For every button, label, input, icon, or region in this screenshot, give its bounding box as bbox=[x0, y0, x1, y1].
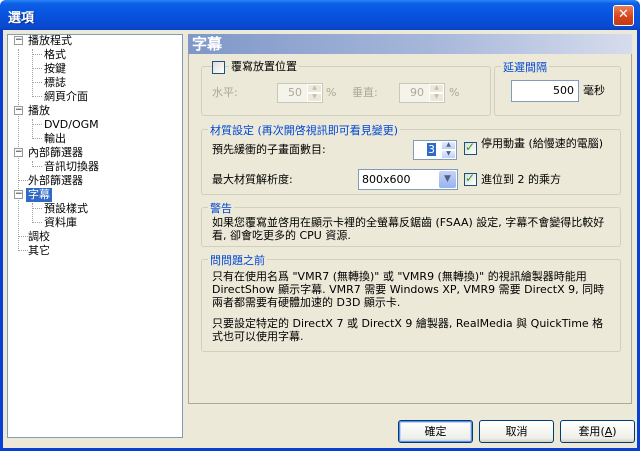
tree-item-external-filters[interactable]: 外部篩選器 bbox=[28, 174, 83, 188]
override-placement-checkbox[interactable] bbox=[212, 61, 225, 74]
warning-label: 警告 bbox=[208, 200, 234, 216]
tree-connector bbox=[32, 222, 42, 223]
tree-item-database[interactable]: 資料庫 bbox=[44, 216, 77, 230]
close-button[interactable]: ✕ bbox=[613, 5, 634, 26]
tree-item-audio-switcher[interactable]: 音訊切換器 bbox=[44, 160, 99, 174]
delay-group-label: 延遲間隔 bbox=[501, 59, 549, 75]
tree-item-player[interactable]: 播放程式 bbox=[28, 34, 72, 48]
tree-connector bbox=[32, 54, 42, 55]
tree-connector bbox=[18, 180, 28, 181]
horizontal-spinner[interactable]: 50 ▲ ▼ bbox=[277, 83, 323, 103]
tree-item-default-style[interactable]: 預設樣式 bbox=[44, 202, 88, 216]
tree-item-dvd-ogm[interactable]: DVD/OGM bbox=[44, 118, 99, 132]
tree-expander-subtitles[interactable]: − bbox=[14, 190, 23, 199]
title-bar[interactable]: 選項 ✕ bbox=[0, 0, 640, 30]
max-resolution-label: 最大材質解析度: bbox=[212, 173, 293, 186]
panel-header: 字幕 bbox=[188, 34, 632, 54]
tree-connector bbox=[32, 82, 42, 83]
directx-info-text: 只要設定特定的 DirectX 7 或 DirectX 9 繪製器, RealM… bbox=[212, 317, 604, 343]
tree-item-subtitles[interactable]: 字幕 bbox=[26, 188, 52, 202]
tree-item-tweaks[interactable]: 調校 bbox=[28, 230, 50, 244]
power-of-two-label: 進位到 2 的乘方 bbox=[481, 173, 561, 186]
vertical-value: 90 bbox=[410, 86, 424, 99]
tree-connector bbox=[32, 124, 42, 125]
buffer-count-label: 預先緩衝的子畫面數目: bbox=[212, 143, 326, 156]
max-resolution-value: 800x600 bbox=[362, 173, 411, 186]
tree-item-keys[interactable]: 按鍵 bbox=[44, 62, 66, 76]
tree-connector bbox=[32, 68, 42, 69]
max-resolution-select[interactable]: 800x600 ▼ bbox=[358, 169, 458, 190]
texture-settings-group: 材質設定 (再次開啓視訊即可看見變更) 預先緩衝的子畫面數目: 3 ▲▼ 停用動… bbox=[201, 122, 621, 195]
spin-down-icon[interactable]: ▼ bbox=[429, 93, 444, 102]
ok-button[interactable]: 確定 bbox=[398, 420, 473, 443]
tree-connector bbox=[32, 96, 42, 97]
tree-expander-internal-filters[interactable]: − bbox=[14, 148, 23, 157]
override-placement-label: 覆寫放置位置 bbox=[229, 60, 299, 74]
spin-up-icon[interactable]: ▲ bbox=[429, 84, 444, 93]
spin-down-icon[interactable]: ▼ bbox=[307, 93, 322, 102]
tree-connector bbox=[18, 236, 28, 237]
tree-item-output[interactable]: 輸出 bbox=[44, 132, 66, 146]
horizontal-value: 50 bbox=[288, 86, 302, 99]
spin-down-icon[interactable]: ▼ bbox=[441, 150, 456, 159]
dialog-client: − − − − 播放程式 格式 按鍵 標誌 網頁介面 播放 DVD/OGM 輸出… bbox=[3, 30, 637, 448]
horizontal-label: 水平: bbox=[212, 86, 238, 99]
warning-group: 警告 如果您覆寫並啓用在顯示卡裡的全螢幕反鋸齒 (FSAA) 設定, 字幕不會變… bbox=[201, 200, 621, 247]
cancel-button[interactable]: 取消 bbox=[479, 420, 554, 443]
before-asking-group: 問問題之前 只有在使用名爲 "VMR7 (無轉換)" 或 "VMR9 (無轉換)… bbox=[201, 252, 621, 352]
tree-item-internal-filters[interactable]: 內部篩選器 bbox=[28, 146, 83, 160]
tree-expander-player[interactable]: − bbox=[14, 36, 23, 45]
spin-up-icon[interactable]: ▲ bbox=[307, 84, 322, 93]
delay-value: 500 bbox=[553, 84, 574, 97]
tree-connector bbox=[32, 208, 42, 209]
vertical-label: 垂直: bbox=[352, 86, 378, 99]
delay-group: 延遲間隔 500 毫秒 bbox=[494, 59, 621, 116]
options-window: 選項 ✕ − − − − 播放程式 格式 按鍵 標誌 網頁介面 播放 DVD/O… bbox=[0, 0, 640, 451]
window-title: 選項 bbox=[8, 11, 35, 26]
apply-accelerator-key: A bbox=[604, 425, 613, 438]
buffer-count-value: 3 bbox=[427, 143, 436, 156]
vertical-percent: % bbox=[449, 86, 460, 99]
tree-branch-line-player bbox=[32, 49, 33, 95]
tree-branch-line-playback bbox=[32, 119, 33, 139]
horizontal-percent: % bbox=[326, 86, 337, 99]
before-asking-label: 問問題之前 bbox=[208, 252, 267, 268]
spin-up-icon[interactable]: ▲ bbox=[441, 141, 456, 150]
tree-connector bbox=[32, 166, 42, 167]
options-tree[interactable]: − − − − 播放程式 格式 按鍵 標誌 網頁介面 播放 DVD/OGM 輸出… bbox=[7, 34, 183, 438]
renderer-info-text: 只有在使用名爲 "VMR7 (無轉換)" 或 "VMR9 (無轉換)" 的視訊繪… bbox=[212, 270, 605, 309]
panel-title: 字幕 bbox=[192, 35, 223, 53]
texture-settings-label: 材質設定 (再次開啓視訊即可看見變更) bbox=[208, 122, 401, 138]
tree-item-playback[interactable]: 播放 bbox=[28, 104, 50, 118]
close-icon: ✕ bbox=[618, 7, 629, 22]
apply-button[interactable]: 套用(A) bbox=[560, 420, 635, 443]
disable-animation-label: 停用動畫 (給慢速的電腦) bbox=[481, 137, 604, 150]
vertical-spinner[interactable]: 90 ▲ ▼ bbox=[399, 83, 445, 103]
apply-button-label: 套用 bbox=[578, 425, 601, 438]
disable-animation-checkbox[interactable] bbox=[464, 140, 477, 155]
tree-connector bbox=[32, 138, 42, 139]
tree-connector bbox=[18, 250, 28, 251]
delay-input[interactable]: 500 bbox=[511, 80, 579, 102]
tree-item-misc[interactable]: 其它 bbox=[28, 244, 50, 258]
buffer-count-spinner[interactable]: 3 ▲ ▼ bbox=[413, 140, 457, 160]
power-of-two-checkbox[interactable] bbox=[464, 171, 477, 186]
warning-text: 如果您覆寫並啓用在顯示卡裡的全螢幕反鋸齒 (FSAA) 設定, 字幕不會變得比較… bbox=[212, 216, 605, 242]
override-placement-group: 覆寫放置位置 水平: 50 ▲ ▼ % 垂直: 90 ▲ ▼ % bbox=[201, 60, 491, 116]
chevron-down-icon[interactable]: ▼ bbox=[439, 171, 456, 188]
tree-branch-line-subtitles bbox=[32, 203, 33, 223]
tree-item-logo[interactable]: 標誌 bbox=[44, 76, 66, 90]
tree-item-formats[interactable]: 格式 bbox=[44, 48, 66, 62]
tree-expander-playback[interactable]: − bbox=[14, 106, 23, 115]
tree-item-web-interface[interactable]: 網頁介面 bbox=[44, 90, 88, 104]
delay-unit: 毫秒 bbox=[583, 84, 605, 97]
